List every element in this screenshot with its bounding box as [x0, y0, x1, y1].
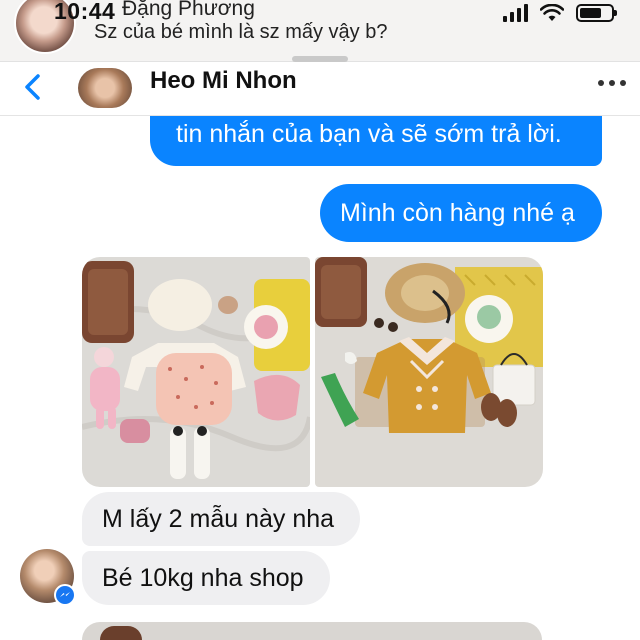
chat-header: Heo Mi Nhon [0, 62, 640, 116]
message-incoming-order[interactable]: M lấy 2 mẫu này nha [82, 492, 360, 546]
banner-grabber[interactable] [292, 56, 348, 62]
status-icons [503, 2, 617, 24]
notification-preview: Sz của bé mình là sz mấy vậy b? [94, 21, 388, 43]
notification-banner[interactable]: 10:44 Đặng Phương Sz của bé mình là sz m… [0, 0, 640, 62]
photo-partial-basket [100, 626, 142, 640]
contact-name[interactable]: Heo Mi Nhon [150, 67, 297, 95]
photo-attachment-partial[interactable] [82, 622, 542, 640]
photo-attachment-pink-outfit[interactable] [82, 257, 310, 487]
messenger-badge-icon [54, 584, 76, 606]
photo-attachment-mustard-coat[interactable] [315, 257, 543, 487]
back-chevron-icon[interactable] [18, 70, 50, 104]
message-incoming-weight[interactable]: Bé 10kg nha shop [82, 551, 330, 605]
notification-sender: Đặng Phương [122, 0, 255, 20]
message-outgoing-stock[interactable]: Mình còn hàng nhé ạ [320, 184, 602, 242]
battery-icon [576, 4, 617, 22]
wifi-icon [540, 4, 564, 21]
battery-level [580, 8, 601, 18]
signal-icon [503, 4, 528, 22]
contact-avatar[interactable] [78, 68, 132, 108]
more-options-icon[interactable] [598, 80, 626, 86]
